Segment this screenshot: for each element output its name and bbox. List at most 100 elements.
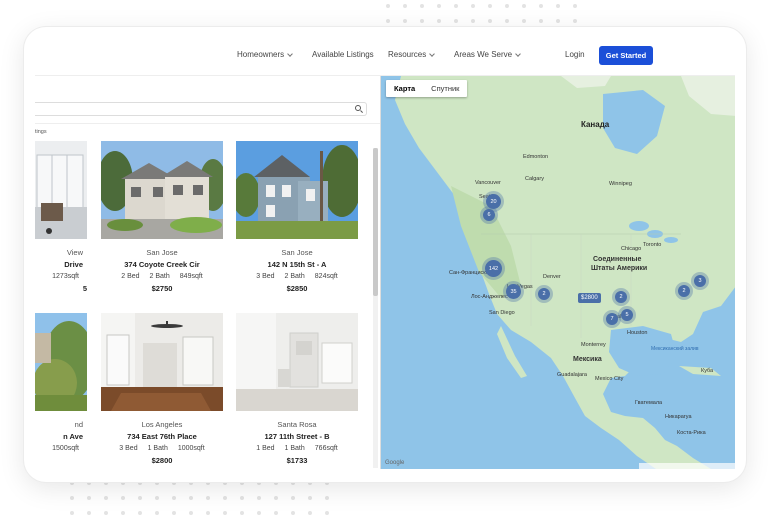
listing-photo[interactable] xyxy=(35,141,87,239)
get-started-button[interactable]: Get Started xyxy=(599,46,653,65)
dot xyxy=(539,4,543,8)
map-cluster-marker[interactable]: 7 xyxy=(606,313,618,325)
dot xyxy=(556,19,560,23)
map-attribution xyxy=(639,463,735,469)
dot xyxy=(138,496,142,500)
listing-specs: 1500sqft xyxy=(35,445,87,452)
listing-address: n Ave xyxy=(63,432,83,441)
map-label: Лос-Анджелес xyxy=(471,294,508,300)
dot xyxy=(257,511,261,515)
map-label: Toronto xyxy=(643,242,662,248)
chevron-down-icon xyxy=(429,50,436,57)
dot xyxy=(522,19,526,23)
listing-specs: 3 Bed 1 Bath 1000sqft xyxy=(101,445,223,452)
listing-address: 142 N 15th St - A xyxy=(267,260,327,269)
listing-sqft: 1000sqft xyxy=(177,445,205,452)
listings-scrollbar[interactable] xyxy=(373,148,378,468)
nav-available-listings[interactable]: Available Listings xyxy=(312,50,374,59)
dot xyxy=(308,511,312,515)
dot xyxy=(172,496,176,500)
map-cluster-marker[interactable]: 142 xyxy=(485,260,502,277)
dot xyxy=(138,511,142,515)
listing-city: View xyxy=(66,248,83,257)
listing-price: 5 xyxy=(82,284,87,293)
map-label: Mexico City xyxy=(595,376,624,382)
search-input[interactable] xyxy=(35,102,367,116)
map-label: Monterrey xyxy=(581,342,606,348)
dot xyxy=(403,19,407,23)
map-cluster-marker[interactable]: 3 xyxy=(694,275,706,287)
listing-baths: 1 Bath xyxy=(284,445,305,452)
map-label: Vancouver xyxy=(475,180,501,186)
map-cluster-marker[interactable]: 5 xyxy=(621,309,633,321)
nav-resources[interactable]: Resources xyxy=(388,50,436,59)
dot xyxy=(454,19,458,23)
listing-beds: 3 Bed xyxy=(119,445,138,452)
map-label: Winnipeg xyxy=(609,181,632,187)
map-land xyxy=(395,76,735,469)
listing-card[interactable]: San Jose 374 Coyote Creek Cir 2 Bed 2 Ba… xyxy=(101,141,223,293)
dot xyxy=(291,511,295,515)
login-link[interactable]: Login xyxy=(565,50,585,59)
dot xyxy=(522,4,526,8)
dot xyxy=(505,19,509,23)
map-cluster-marker[interactable]: 2 xyxy=(678,285,690,297)
top-navigation: Homeowners Available Listings Resources … xyxy=(35,38,735,76)
dot xyxy=(420,19,424,23)
listing-photo[interactable] xyxy=(236,313,358,411)
map-label-usa-1: Соединенные xyxy=(593,256,642,263)
listing-sqft: 1500sqft xyxy=(52,445,79,452)
listing-card[interactable]: nd n Ave 1500sqft xyxy=(35,313,87,452)
nav-areas-we-serve[interactable]: Areas We Serve xyxy=(454,50,521,59)
listing-price: $1733 xyxy=(286,456,308,465)
map-cluster-marker[interactable]: 6 xyxy=(483,209,495,221)
dot xyxy=(121,511,125,515)
listing-photo[interactable] xyxy=(101,313,223,411)
tab-map[interactable]: Карта xyxy=(386,80,423,97)
dot xyxy=(488,19,492,23)
dot xyxy=(325,496,329,500)
map-label: Мексиканский залив xyxy=(651,346,699,352)
divider xyxy=(35,123,380,124)
listing-sqft: 1273sqft xyxy=(52,273,79,280)
map-cluster-marker[interactable]: 2 xyxy=(615,291,627,303)
listing-photo[interactable] xyxy=(236,141,358,239)
map-label: Edmonton xyxy=(523,154,549,160)
search-icon[interactable] xyxy=(355,105,361,111)
chevron-down-icon xyxy=(515,50,521,57)
listing-card[interactable]: San Jose 142 N 15th St - A 3 Bed 2 Bath … xyxy=(236,141,358,293)
dot xyxy=(155,511,159,515)
nav-resources-label: Resources xyxy=(388,50,427,59)
dot xyxy=(240,496,244,500)
tab-satellite[interactable]: Спутник xyxy=(423,80,467,97)
map-price-marker[interactable]: $2800 xyxy=(578,293,601,303)
listing-sqft: 766sqft xyxy=(314,445,338,452)
map-label: Guadalajara xyxy=(557,372,587,378)
nav-homeowners[interactable]: Homeowners xyxy=(237,50,293,59)
map-label: Канада xyxy=(581,120,610,129)
map-label: Коста-Рика xyxy=(677,430,706,436)
listing-card[interactable]: Santa Rosa 127 11th Street - B 1 Bed 1 B… xyxy=(236,313,358,465)
dot xyxy=(274,496,278,500)
listing-price: $2750 xyxy=(151,284,173,293)
map-type-tabs: Карта Спутник xyxy=(386,80,468,97)
map-cluster-marker[interactable]: 2 xyxy=(538,288,550,300)
scrollbar-thumb[interactable] xyxy=(373,148,378,296)
listing-photo[interactable] xyxy=(35,313,87,411)
listing-card[interactable]: Los Angeles 734 East 76th Place 3 Bed 1 … xyxy=(101,313,223,465)
map-view[interactable]: Карта Спутник Канада Edmonton Calgary Va… xyxy=(380,76,735,469)
listing-card[interactable]: View Drive 1273sqft 5 xyxy=(35,141,87,293)
dot xyxy=(291,496,295,500)
dot xyxy=(274,511,278,515)
listing-beds: 1 Bed xyxy=(256,445,275,452)
map-cluster-marker[interactable]: 35 xyxy=(506,284,521,299)
dot xyxy=(386,4,390,8)
dot xyxy=(471,19,475,23)
listing-specs: 1 Bed 1 Bath 766sqft xyxy=(236,445,358,452)
map-cluster-marker[interactable]: 20 xyxy=(486,194,501,209)
dot xyxy=(206,496,210,500)
dot xyxy=(104,511,108,515)
map-label: Houston xyxy=(627,330,648,336)
listing-photo[interactable] xyxy=(101,141,223,239)
listing-sqft: 849sqft xyxy=(179,273,203,280)
